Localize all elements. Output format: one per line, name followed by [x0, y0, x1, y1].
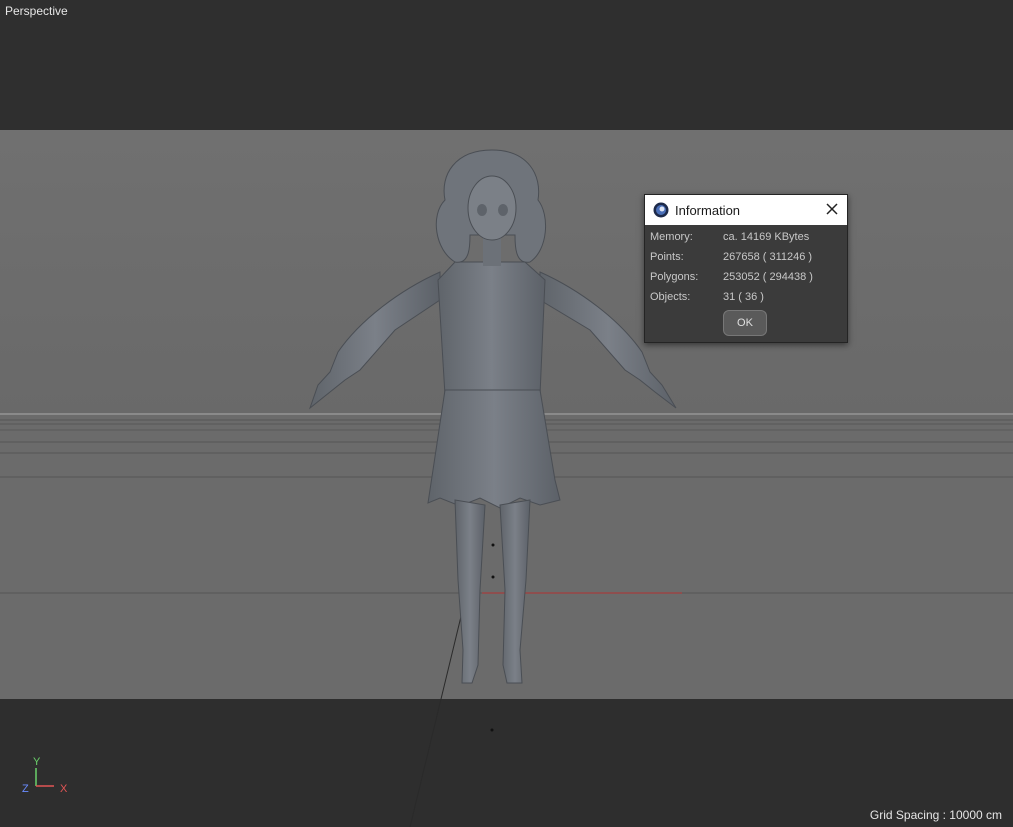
info-key: Memory: [650, 231, 693, 243]
info-value: ca. 14169 KBytes [723, 231, 810, 243]
close-icon[interactable] [825, 202, 839, 216]
dialog-titlebar[interactable]: Information [645, 195, 847, 225]
info-key: Points: [650, 251, 684, 263]
axis-y-label: Y [33, 756, 41, 768]
cinema4d-app-icon [653, 202, 669, 218]
axis-z-label: Z [22, 783, 29, 795]
axis-x-label: X [60, 783, 68, 795]
information-dialog: Information Memory: ca. 14169 KBytes Poi… [644, 194, 848, 343]
info-value: 31 ( 36 ) [723, 291, 764, 303]
info-row-objects: Objects: 31 ( 36 ) [650, 291, 813, 311]
info-row-memory: Memory: ca. 14169 KBytes [650, 231, 813, 251]
info-value: 253052 ( 294438 ) [723, 271, 813, 283]
info-row-points: Points: 267658 ( 311246 ) [650, 251, 813, 271]
axis-gizmo-icon [35, 768, 54, 787]
dialog-title: Information [675, 202, 741, 218]
info-value: 267658 ( 311246 ) [723, 251, 813, 263]
info-key: Objects: [650, 291, 691, 303]
info-key: Polygons: [650, 271, 699, 283]
info-table: Memory: ca. 14169 KBytes Points: 267658 … [650, 231, 813, 311]
scene-render [0, 0, 1013, 827]
ok-button[interactable]: OK [723, 310, 767, 336]
viewport-label: Perspective [5, 4, 68, 18]
grid-spacing-readout: Grid Spacing : 10000 cm [869, 808, 1002, 822]
3d-viewport[interactable]: Perspective Y Z X Grid Spacing : 10000 c… [0, 0, 1013, 827]
info-row-polygons: Polygons: 253052 ( 294438 ) [650, 271, 813, 291]
